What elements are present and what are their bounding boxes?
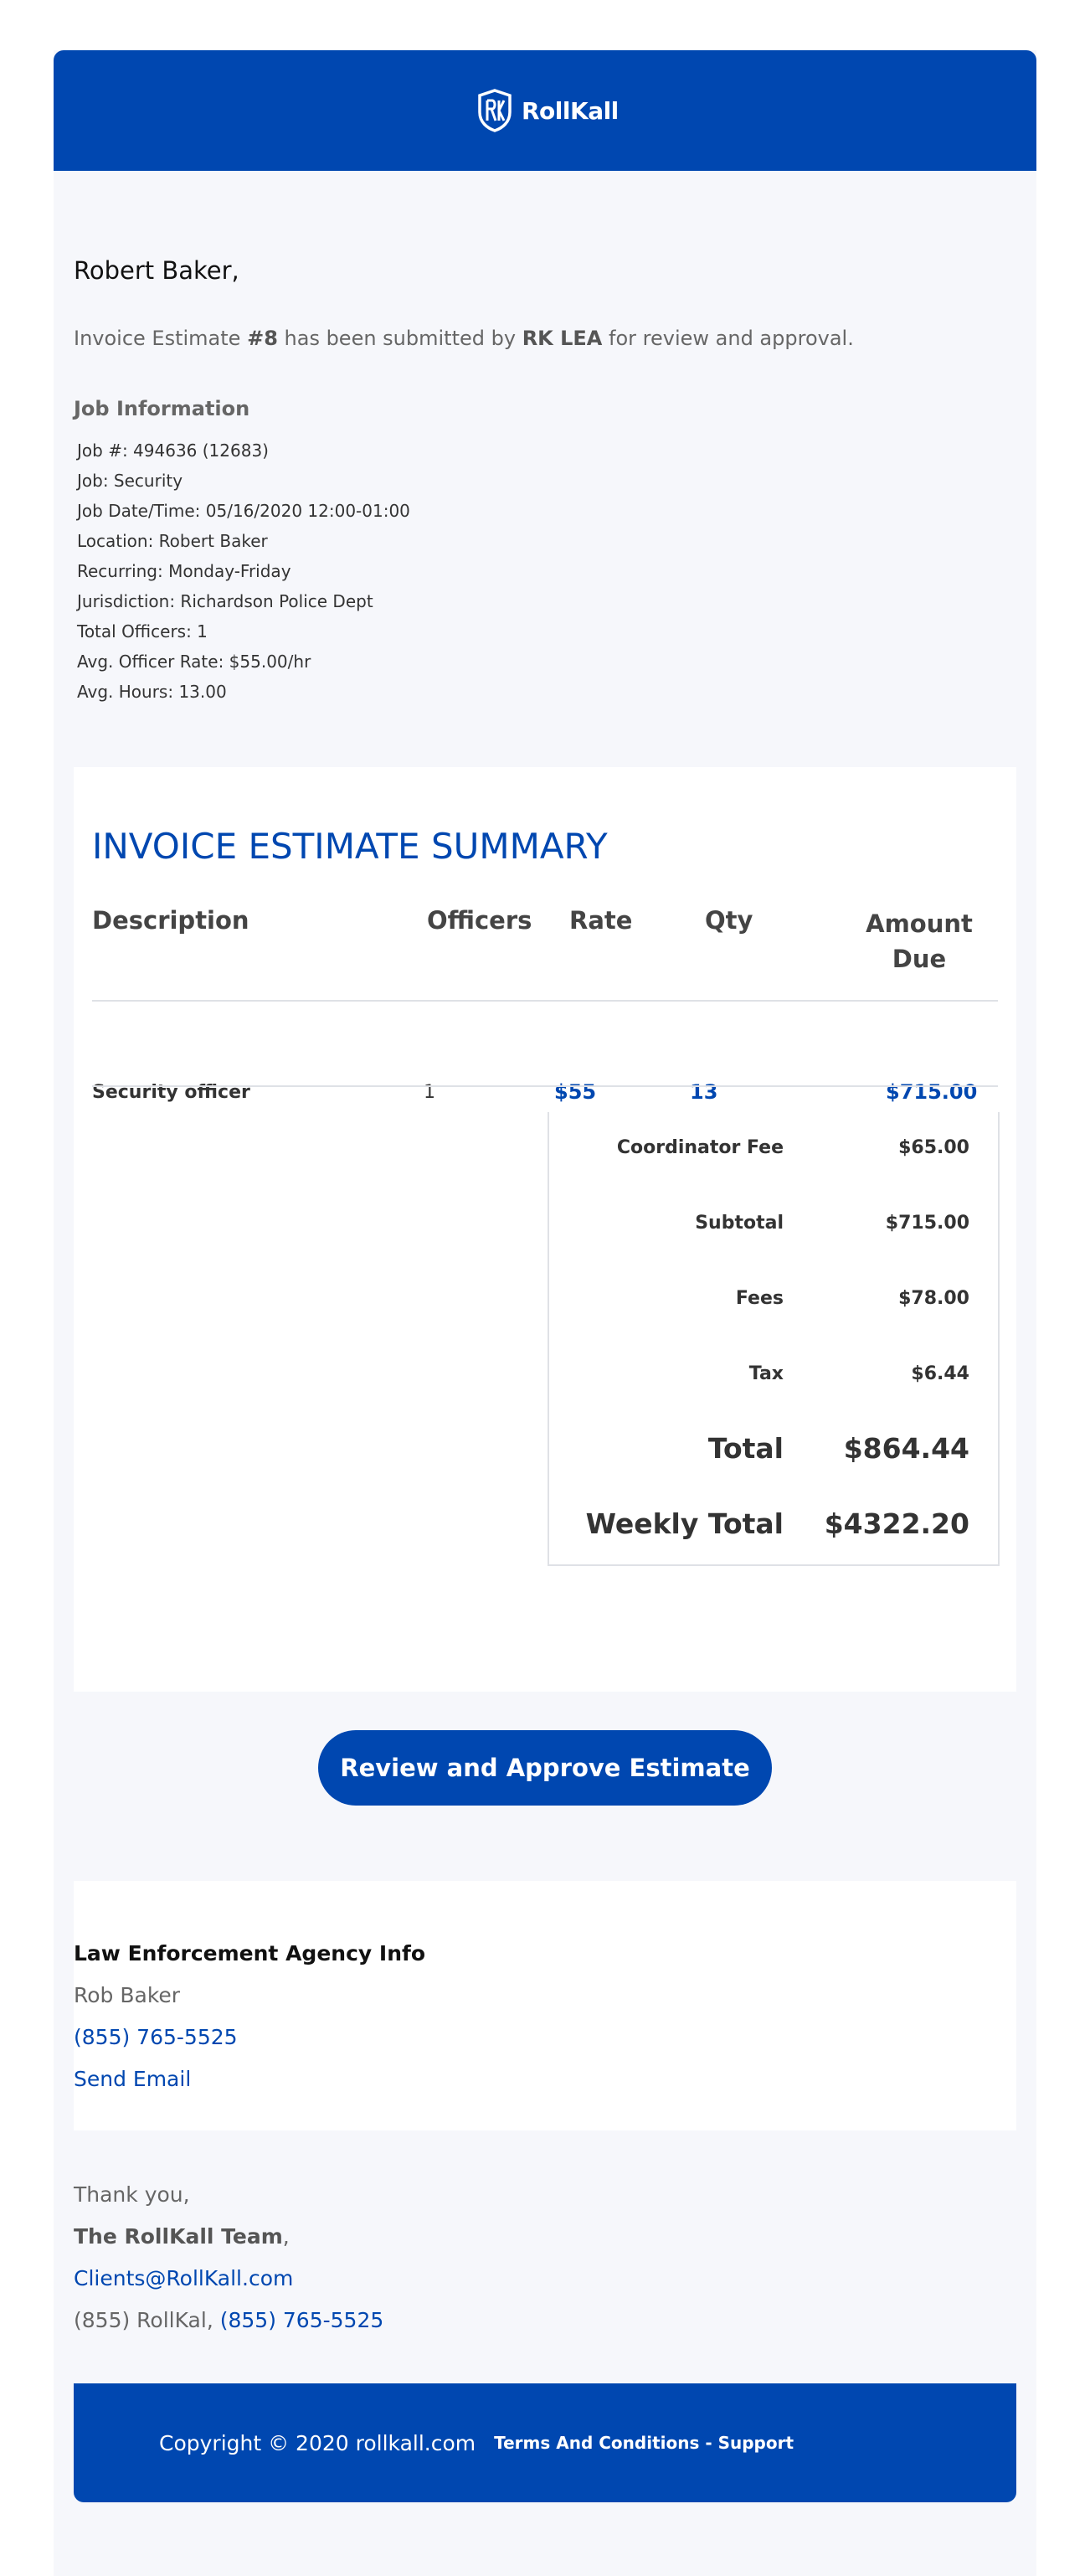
greeting: Robert Baker, <box>74 256 239 285</box>
team-signature: The RollKall Team, <box>74 2224 290 2249</box>
support-phone-line: (855) RollKal, (855) 765-5525 <box>74 2308 383 2332</box>
fees-label: Fees <box>735 1288 784 1309</box>
copyright-text: Copyright © 2020 rollkall.com <box>159 2430 476 2455</box>
job-information-list: Job #: 494636 (12683) Job: Security Job … <box>77 435 410 707</box>
job-total-officers: Total Officers: 1 <box>77 621 208 641</box>
subtotal-value: $715.00 <box>885 1213 969 1234</box>
header-qty: Qty <box>705 906 753 935</box>
support-phone-label: (855) RollKal, <box>74 2308 220 2332</box>
header-officers: Officers <box>427 906 532 935</box>
support-phone-link[interactable]: (855) 765-5525 <box>220 2308 384 2332</box>
team-name: The RollKall Team <box>74 2224 283 2249</box>
invoice-summary-title: INVOICE ESTIMATE SUMMARY <box>92 826 608 867</box>
intro-prefix: Invoice Estimate <box>74 327 248 350</box>
agency-phone-link[interactable]: (855) 765-5525 <box>74 2025 238 2049</box>
job-type: Job: Security <box>77 471 183 491</box>
terms-support-links[interactable]: Terms And Conditions - Support <box>494 2433 794 2453</box>
row-rate: $55 <box>554 1080 597 1104</box>
weekly-total-label: Weekly Total <box>585 1507 784 1540</box>
thank-you-text: Thank you, <box>74 2182 190 2207</box>
job-recurring: Recurring: Monday-Friday <box>77 561 291 581</box>
job-avg-hours: Avg. Hours: 13.00 <box>77 682 227 702</box>
intro-text: Invoice Estimate #8 has been submitted b… <box>74 327 854 350</box>
send-email-link[interactable]: Send Email <box>74 2067 191 2091</box>
header-amount-line2: Due <box>892 945 947 973</box>
weekly-total-value: $4322.20 <box>824 1507 969 1540</box>
total-label: Total <box>707 1432 784 1465</box>
header-description: Description <box>92 906 249 935</box>
header-rate: Rate <box>569 906 633 935</box>
agency-contact-name: Rob Baker <box>74 1983 181 2007</box>
job-location: Location: Robert Baker <box>77 531 268 551</box>
email-footer: Copyright © 2020 rollkall.com Terms And … <box>74 2383 1016 2502</box>
email-header: RollKall <box>54 50 1036 171</box>
intro-suffix: for review and approval. <box>602 327 854 350</box>
table-divider-bottom <box>92 1085 998 1087</box>
email-body: RollKall Robert Baker, Invoice Estimate … <box>54 50 1036 2576</box>
coordinator-fee-label: Coordinator Fee <box>616 1137 784 1158</box>
row-qty: 13 <box>690 1080 718 1104</box>
intro-middle: has been submitted by <box>277 327 522 350</box>
fees-value: $78.00 <box>898 1288 969 1309</box>
agency-info-card: Law Enforcement Agency Info Rob Baker (8… <box>74 1881 1016 2130</box>
support-email-link[interactable]: Clients@RollKall.com <box>74 2266 293 2290</box>
job-jurisdiction: Jurisdiction: Richardson Police Dept <box>77 591 373 611</box>
brand-logo[interactable]: RollKall <box>476 89 619 132</box>
row-amount: $715.00 <box>886 1080 978 1104</box>
agency-short-name: RK LEA <box>522 327 603 350</box>
brand-name: RollKall <box>522 96 619 125</box>
subtotal-label: Subtotal <box>695 1213 784 1234</box>
job-avg-rate: Avg. Officer Rate: $55.00/hr <box>77 652 311 672</box>
header-amount-due: Amount Due <box>861 906 978 976</box>
job-information-title: Job Information <box>74 397 250 420</box>
team-suffix: , <box>282 2224 290 2249</box>
invoice-summary-card: INVOICE ESTIMATE SUMMARY Description Off… <box>74 767 1016 1692</box>
job-datetime: Job Date/Time: 05/16/2020 12:00-01:00 <box>77 501 410 521</box>
table-divider <box>92 1000 998 1002</box>
tax-value: $6.44 <box>911 1363 969 1384</box>
coordinator-fee-value: $65.00 <box>898 1137 969 1158</box>
agency-info-title: Law Enforcement Agency Info <box>74 1941 426 1965</box>
job-number: Job #: 494636 (12683) <box>77 440 269 461</box>
header-amount-line1: Amount <box>866 909 973 938</box>
estimate-number: #8 <box>247 327 278 350</box>
tax-label: Tax <box>748 1363 784 1384</box>
review-approve-button[interactable]: Review and Approve Estimate <box>318 1730 772 1806</box>
shield-logo-icon <box>478 89 512 132</box>
totals-box: Coordinator Fee $65.00 Subtotal $715.00 … <box>548 1112 1000 1566</box>
total-value: $864.44 <box>843 1432 969 1465</box>
